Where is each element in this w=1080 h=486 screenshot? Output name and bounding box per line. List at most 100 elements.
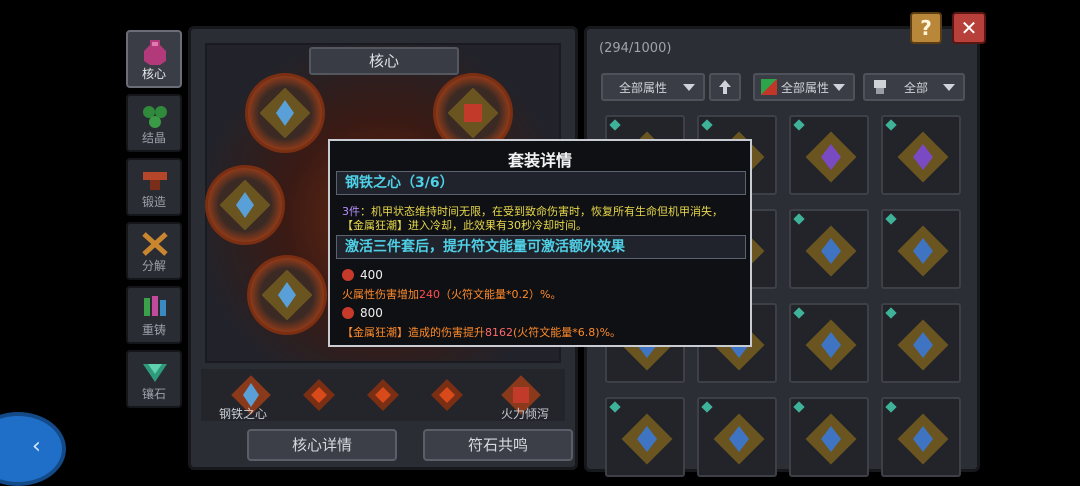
rarity-gem-icon xyxy=(793,307,805,319)
tier-1-value: 400 xyxy=(360,268,383,282)
tab-inlay-label: 镶石 xyxy=(141,387,166,401)
rarity-gem-icon xyxy=(701,401,713,413)
rarity-gem-icon xyxy=(885,119,897,131)
tab-core-label: 核心 xyxy=(141,67,166,81)
tab-forge[interactable]: 锻造 xyxy=(126,158,182,216)
tab-decompose[interactable]: 分解 xyxy=(126,222,182,280)
inventory-item[interactable] xyxy=(789,397,869,477)
rarity-gem-icon xyxy=(885,307,897,319)
rune-emblem-icon xyxy=(621,413,673,465)
mech-type-icon xyxy=(874,80,886,94)
inlay-gem-icon xyxy=(143,364,167,382)
core-slot-3[interactable] xyxy=(205,165,285,245)
color-filter-label: 全部属性 xyxy=(780,80,829,95)
rune-emblem-icon xyxy=(897,225,949,277)
up-arrow-icon xyxy=(719,80,731,94)
rarity-gem-icon xyxy=(793,401,805,413)
help-button[interactable]: ? xyxy=(910,12,942,44)
inventory-item[interactable] xyxy=(789,303,869,383)
rune-emblem-icon xyxy=(262,270,312,320)
attribute-filter-dropdown[interactable]: 全部属性 xyxy=(601,73,705,101)
inventory-item[interactable] xyxy=(605,397,685,477)
chevron-down-icon xyxy=(943,83,955,91)
rune-emblem-icon xyxy=(805,319,857,371)
tab-forge-label: 锻造 xyxy=(141,195,166,209)
type-filter-label: 全部 xyxy=(903,80,928,95)
color-filter-dropdown[interactable]: 全部属性 xyxy=(753,73,855,101)
chevron-down-icon xyxy=(833,83,845,91)
tier-2-header: 800 xyxy=(342,306,383,320)
tier-2-value: 800 xyxy=(360,306,383,320)
tier-1-text-b: （火符文能量*0.2）%。 xyxy=(440,288,562,301)
modal-title: 套装详情 xyxy=(507,151,572,170)
tier-2-num: 8162 xyxy=(485,326,513,339)
core-slot-4[interactable] xyxy=(247,255,327,335)
color-swatch-icon xyxy=(761,79,777,95)
tier-2-effect: 【金属狂潮】造成的伤害提升8162(火符文能量*6.8)%。 xyxy=(342,324,621,340)
fire-rune-icon xyxy=(342,307,354,319)
rarity-gem-icon xyxy=(609,119,621,131)
core-detail-button[interactable]: 核心详情 xyxy=(247,429,397,461)
rarity-gem-icon xyxy=(793,213,805,225)
inventory-capacity: (294/1000) xyxy=(599,41,672,56)
tab-crystal-label: 结晶 xyxy=(141,131,166,145)
inventory-item[interactable] xyxy=(789,115,869,195)
tab-recast[interactable]: 重铸 xyxy=(126,286,182,344)
tier-1-num: 240 xyxy=(419,288,440,301)
inventory-item[interactable] xyxy=(697,397,777,477)
tab-inlay[interactable]: 镶石 xyxy=(126,350,182,408)
sort-button[interactable] xyxy=(709,73,741,101)
rune-emblem-icon xyxy=(897,413,949,465)
diamond-ornament-icon xyxy=(303,379,335,411)
type-filter-dropdown[interactable]: 全部 xyxy=(863,73,965,101)
recast-gems-icon xyxy=(144,296,166,316)
tier-1-effect: 火属性伤害增加240（火符文能量*0.2）%。 xyxy=(342,286,561,302)
rune-emblem-icon xyxy=(805,131,857,183)
anvil-icon xyxy=(143,172,167,190)
rune-emblem-icon xyxy=(805,413,857,465)
tier-2-text-b: (火符文能量*6.8)%。 xyxy=(513,326,622,339)
diamond-ornament-icon xyxy=(431,379,463,411)
tier-2-text-a: 【金属狂潮】造成的伤害提升 xyxy=(342,326,485,339)
inventory-item[interactable] xyxy=(881,209,961,289)
inventory-item[interactable] xyxy=(881,397,961,477)
set-right-label: 火力倾泻 xyxy=(501,407,550,421)
rune-resonance-button[interactable]: 符石共鸣 xyxy=(423,429,573,461)
tier-1-text-a: 火属性伤害增加 xyxy=(342,288,419,301)
crystal-cluster-icon xyxy=(143,106,167,128)
rarity-gem-icon xyxy=(885,213,897,225)
floating-menu-button[interactable]: ‹ xyxy=(0,412,66,486)
rune-emblem-icon xyxy=(713,413,765,465)
rune-emblem-icon xyxy=(260,88,310,138)
chevron-down-icon xyxy=(683,83,695,91)
set-detail-modal: 套装详情 钢铁之心（3/6） 3件：机甲状态维持时间无限，在受到致命伤害时，恢复… xyxy=(328,139,752,347)
rune-emblem-icon xyxy=(220,180,270,230)
set-left-label: 钢铁之心 xyxy=(219,407,268,421)
bonus-header-bar: 激活三件套后，提升符文能量可激活额外效果 xyxy=(336,235,746,259)
chevron-left-icon: ‹ xyxy=(32,434,41,459)
rarity-gem-icon xyxy=(793,119,805,131)
fire-rune-icon xyxy=(342,269,354,281)
tab-crystal[interactable]: 结晶 xyxy=(126,94,182,152)
rarity-gem-icon xyxy=(885,401,897,413)
inventory-item[interactable] xyxy=(881,303,961,383)
rune-emblem-icon xyxy=(897,319,949,371)
tier-1-header: 400 xyxy=(342,268,383,282)
close-button[interactable]: ✕ xyxy=(952,12,986,44)
side-tab-bar: 核心 结晶 锻造 分解 重铸 镶石 xyxy=(126,30,184,414)
hammer-cross-icon xyxy=(142,232,168,256)
core-vase-icon xyxy=(144,40,166,65)
rune-emblem-icon xyxy=(897,131,949,183)
diamond-ornament-icon xyxy=(367,379,399,411)
core-slot-1[interactable] xyxy=(245,73,325,153)
inventory-item[interactable] xyxy=(881,115,961,195)
tab-core[interactable]: 核心 xyxy=(126,30,182,88)
rune-emblem-icon xyxy=(448,88,498,138)
rarity-gem-icon xyxy=(701,119,713,131)
rune-emblem-icon xyxy=(805,225,857,277)
core-panel-title: 核心 xyxy=(309,47,459,75)
tab-recast-label: 重铸 xyxy=(141,323,166,337)
inventory-item[interactable] xyxy=(789,209,869,289)
tab-decompose-label: 分解 xyxy=(141,259,166,273)
set-name-bar: 钢铁之心（3/6） xyxy=(336,171,746,195)
